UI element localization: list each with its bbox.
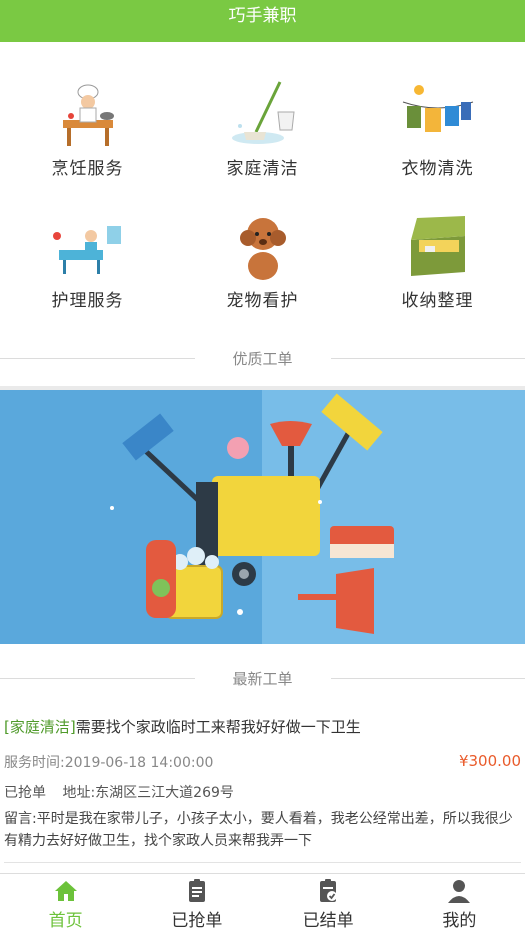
service-care[interactable]: 护理服务: [0, 206, 175, 338]
section-divider-latest: 最新工单: [0, 658, 525, 698]
app-header: 巧手兼职: [0, 0, 525, 42]
app: 巧手兼职 烹饪服务 家庭清洁 衣物清洗 护理服务 宠物看护 收纳整理 优质工单 …: [0, 0, 525, 935]
service-storage[interactable]: 收纳整理: [350, 206, 525, 338]
divider-line: [330, 677, 525, 679]
order-service-time: 服务时间:2019-06-18 14:00:00: [4, 755, 214, 771]
section-title-latest: 最新工单: [232, 669, 293, 688]
order-address: 地址:东湖区三江大道269号: [62, 785, 234, 801]
order-separator: [4, 862, 521, 863]
mop-icon: [231, 81, 295, 144]
user-icon: [448, 880, 471, 903]
order-price: ¥300.00: [458, 752, 521, 770]
service-cleaning[interactable]: 家庭清洁: [175, 74, 350, 206]
order-title: [家庭清洁]需要找个家政临时工来帮我好好做一下卫生: [4, 716, 521, 738]
divider-line: [330, 357, 525, 359]
service-label: 家庭清洁: [226, 159, 299, 179]
service-label: 收纳整理: [401, 291, 474, 311]
order-category-tag: [家庭清洁]: [4, 718, 76, 736]
tab-label: 已抢单: [171, 911, 223, 931]
service-cooking[interactable]: 烹饪服务: [0, 74, 175, 206]
service-label: 宠物看护: [226, 291, 299, 311]
header-title: 巧手兼职: [228, 6, 297, 26]
storage-box-icon: [410, 216, 465, 276]
tab-label: 首页: [48, 911, 83, 931]
pet-icon: [239, 218, 286, 280]
section-divider-quality: 优质工单: [0, 338, 525, 378]
service-pet[interactable]: 宠物看护: [175, 206, 350, 338]
tab-label: 已结单: [302, 911, 354, 931]
divider-line: [0, 357, 195, 359]
tab-home[interactable]: 首页: [0, 874, 131, 935]
section-title-quality: 优质工单: [232, 349, 293, 368]
grabbed-orders-icon: [188, 879, 205, 902]
order-note: 留言:平时是我在家带儿子，小孩子太小，要人看着，我老公经常出差，所以我很少有精力…: [4, 811, 513, 849]
banner-image[interactable]: [0, 386, 525, 644]
service-label: 烹饪服务: [51, 159, 124, 179]
cleaning-tools-illustration: [0, 390, 525, 644]
chef-icon: [62, 84, 114, 146]
service-label: 护理服务: [51, 291, 124, 311]
care-icon: [52, 226, 121, 274]
home-icon: [54, 881, 77, 901]
order-meta-row: 服务时间:2019-06-18 14:00:00 ¥300.00: [4, 752, 521, 772]
order-card[interactable]: [家庭清洁]需要找个家政临时工来帮我好好做一下卫生 服务时间:2019-06-1…: [0, 716, 525, 863]
tab-closed-orders[interactable]: 已结单: [263, 874, 394, 935]
tab-grabbed-orders[interactable]: 已抢单: [131, 874, 262, 935]
service-grid: 烹饪服务 家庭清洁 衣物清洗 护理服务 宠物看护 收纳整理: [0, 42, 525, 338]
closed-orders-icon: [320, 879, 338, 902]
service-laundry[interactable]: 衣物清洗: [350, 74, 525, 206]
order-status: 已抢单: [4, 785, 46, 801]
laundry-icon: [402, 85, 473, 132]
service-label: 衣物清洗: [401, 159, 474, 179]
tab-label: 我的: [442, 911, 477, 931]
tab-mine[interactable]: 我的: [394, 874, 525, 935]
divider-line: [0, 677, 195, 679]
order-status-row: 已抢单 地址:东湖区三江大道269号: [4, 782, 521, 802]
order-title-text: 需要找个家政临时工来帮我好好做一下卫生: [75, 718, 361, 736]
tab-bar: 首页 已抢单 已结单 我的: [0, 873, 525, 935]
